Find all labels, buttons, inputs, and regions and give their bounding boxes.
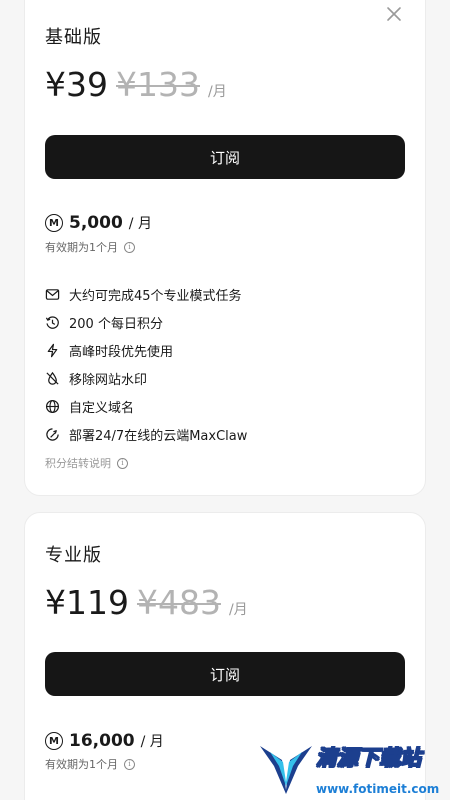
validity-note: 有效期为1个月 i [45, 239, 135, 255]
feature-item: 自定义域名 [45, 392, 247, 420]
price: ¥119 [45, 583, 129, 622]
watermark-url: www.fotimeit.com [316, 782, 440, 796]
credits-rollover-link[interactable]: 积分结转说明 i [45, 455, 128, 471]
feature-text: 高峰时段优先使用 [69, 344, 174, 360]
subscribe-button[interactable]: 订阅 [45, 652, 405, 696]
watermark-logo-icon [260, 746, 312, 794]
no-watermark-icon [46, 371, 59, 385]
feature-item: 200 个每日积分 [45, 308, 247, 336]
original-price: ¥133 [116, 65, 200, 104]
feature-text: 移除网站水印 [69, 372, 148, 388]
validity-text: 有效期为1个月 [45, 241, 118, 254]
feature-item: 部署24/7在线的云端MaxClaw [45, 420, 247, 448]
credits-unit: / 月 [140, 734, 164, 750]
feature-text: 自定义域名 [69, 400, 135, 416]
feature-item: 高峰时段优先使用 [45, 336, 247, 364]
close-button[interactable] [385, 5, 403, 23]
close-icon [387, 7, 401, 21]
explain-text: 积分结转说明 [45, 457, 111, 470]
history-icon [45, 315, 59, 329]
site-watermark: 清源下载站 www.fotimeit.com [258, 738, 439, 800]
feature-text: 大约可完成45个专业模式任务 [69, 288, 242, 304]
globe-icon [45, 399, 60, 413]
subscribe-button[interactable]: 订阅 [45, 135, 405, 179]
watermark-title: 清源下载站 [316, 746, 422, 771]
validity-text: 有效期为1个月 [45, 758, 118, 771]
plan-card-basic: 基础版 ¥39 ¥133 /月 订阅 M 5,000 / 月 有效期为1个月 i… [24, 0, 426, 496]
feature-item: 大约可完成45个专业模式任务 [45, 280, 247, 308]
price-period: /月 [228, 602, 248, 618]
plan-name: 专业版 [45, 545, 102, 566]
validity-note: 有效期为1个月 i [45, 756, 135, 772]
credits-unit: / 月 [128, 216, 152, 232]
info-icon: i [117, 457, 128, 469]
credits-coin-icon: M [45, 732, 63, 750]
credits-coin-icon: M [45, 214, 63, 232]
lightning-icon [47, 343, 58, 357]
price-row: ¥119 ¥483 /月 [45, 583, 248, 622]
original-price: ¥483 [136, 583, 221, 622]
credits-row: M 16,000 / 月 [45, 731, 164, 751]
price-row: ¥39 ¥133 /月 [45, 65, 227, 104]
feature-text: 部署24/7在线的云端MaxClaw [69, 428, 248, 444]
credits-amount: 5,000 [69, 213, 123, 233]
mail-icon [45, 288, 60, 300]
price: ¥39 [45, 65, 108, 104]
feature-item: 移除网站水印 [45, 364, 247, 392]
price-period: /月 [207, 84, 227, 100]
info-icon[interactable]: i [124, 758, 135, 770]
info-icon[interactable]: i [124, 241, 135, 253]
claw-icon [46, 427, 59, 441]
feature-list: 大约可完成45个专业模式任务 200 个每日积分 高峰时段优先使用 移除网站水印… [45, 280, 247, 448]
credits-row: M 5,000 / 月 [45, 213, 152, 233]
credits-amount: 16,000 [69, 731, 135, 751]
plan-name: 基础版 [45, 27, 102, 48]
feature-text: 200 个每日积分 [69, 316, 163, 332]
